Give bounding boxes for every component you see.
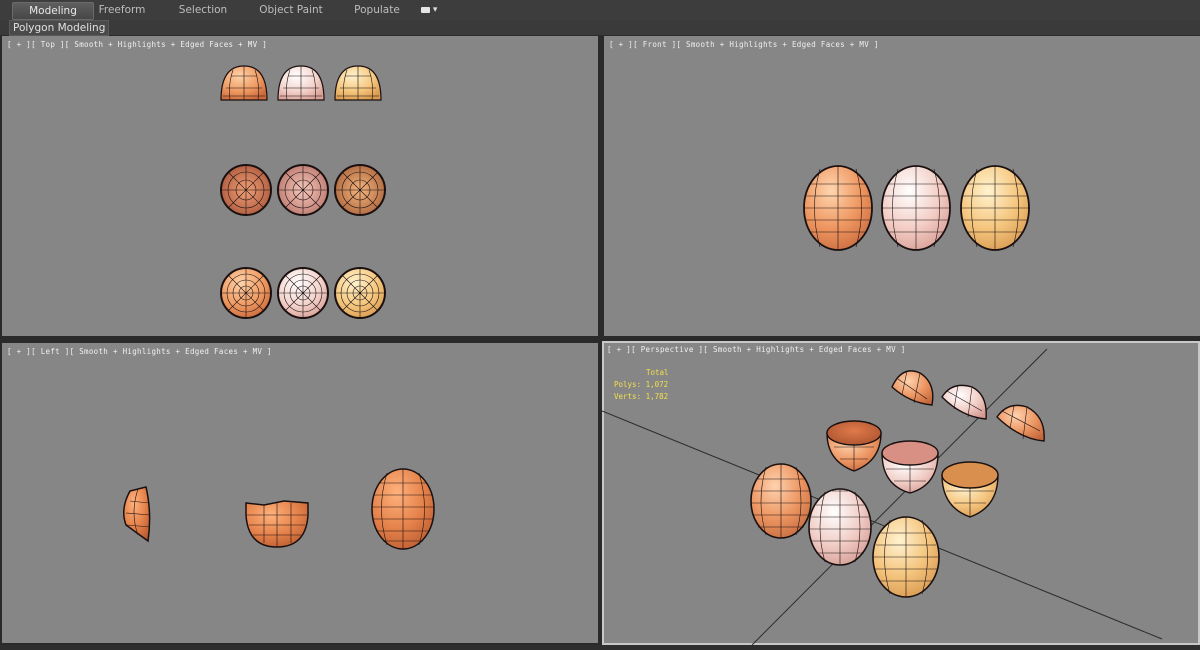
home-grid [602, 348, 1163, 645]
left-view-scene [123, 468, 435, 550]
egg-whole-yellow-persp[interactable] [872, 516, 940, 598]
front-view-scene [803, 165, 1030, 251]
tab-modeling[interactable]: Modeling [12, 2, 94, 20]
egg-whole-yellow-front[interactable] [960, 165, 1030, 251]
egg-cap-orange-left[interactable] [123, 486, 151, 543]
egg-cap-yellow-persp[interactable] [996, 404, 1045, 442]
bottom-status-strip [0, 645, 1200, 650]
viewport-perspective-label[interactable]: [ + ][ Perspective ][ Smooth + Highlight… [607, 345, 906, 354]
viewport-top[interactable]: [ + ][ Top ][ Smooth + Highlights + Edge… [2, 36, 598, 336]
egg-cup-orange-left[interactable] [245, 500, 309, 548]
egg-cup-yellow-persp[interactable] [941, 461, 999, 518]
stats-verts: Verts: 1,782 [614, 392, 669, 401]
tab-freeform[interactable]: Freeform [88, 2, 156, 18]
egg-cap-orange-top[interactable] [220, 65, 268, 101]
polygon-modeling-panel-toggle[interactable]: Polygon Modeling [9, 20, 110, 36]
viewport-front[interactable]: [ + ][ Front ][ Smooth + Highlights + Ed… [604, 36, 1200, 336]
viewport-front-label[interactable]: [ + ][ Front ][ Smooth + Highlights + Ed… [609, 40, 879, 49]
ribbon-tab-bar: Modeling Freeform Selection Object Paint… [0, 0, 1200, 21]
perspective-view-scene [602, 348, 1163, 645]
egg-whole-pink-persp[interactable] [808, 488, 872, 566]
viewport-left-label[interactable]: [ + ][ Left ][ Smooth + Highlights + Edg… [7, 347, 272, 356]
viewport-left[interactable]: [ + ][ Left ][ Smooth + Highlights + Edg… [2, 343, 598, 643]
egg-cup-pink-top[interactable] [277, 164, 329, 216]
stats-total-label: Total [646, 368, 669, 377]
egg-whole-pink-front[interactable] [881, 165, 951, 251]
egg-cup-orange-persp[interactable] [826, 420, 882, 472]
egg-whole-orange-persp[interactable] [750, 463, 812, 539]
egg-whole-orange-front[interactable] [803, 165, 873, 251]
tab-populate[interactable]: Populate [346, 2, 408, 18]
egg-cap-pink-top[interactable] [277, 65, 325, 101]
top-view-scene [220, 65, 386, 319]
egg-whole-orange-top[interactable] [220, 267, 272, 319]
tab-selection[interactable]: Selection [170, 2, 236, 18]
subpanel-bar: Polygon Modeling [0, 20, 1200, 36]
egg-whole-pink-top[interactable] [277, 267, 329, 319]
tab-object-paint[interactable]: Object Paint [252, 2, 330, 18]
egg-cup-pink-persp[interactable] [881, 440, 939, 494]
egg-whole-yellow-top[interactable] [334, 267, 386, 319]
egg-cup-yellow-top[interactable] [334, 164, 386, 216]
camera-dropdown-icon[interactable]: ▾ [421, 5, 439, 15]
egg-whole-orange-left[interactable] [371, 468, 435, 550]
egg-cap-orange-persp[interactable] [891, 370, 934, 406]
stats-polys: Polys: 1,072 [614, 380, 669, 389]
egg-cap-pink-persp[interactable] [941, 384, 987, 420]
egg-cup-orange-top[interactable] [220, 164, 272, 216]
egg-cap-yellow-top[interactable] [334, 65, 382, 101]
viewport-top-label[interactable]: [ + ][ Top ][ Smooth + Highlights + Edge… [7, 40, 267, 49]
viewport-perspective[interactable]: [ + ][ Perspective ][ Smooth + Highlight… [602, 341, 1200, 645]
